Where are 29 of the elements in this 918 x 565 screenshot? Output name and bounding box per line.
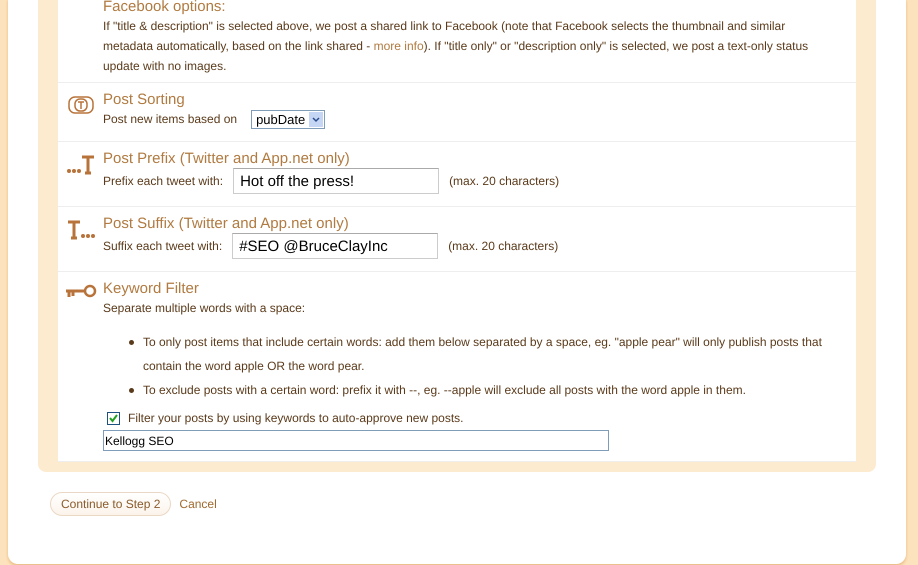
suffix-icon — [66, 219, 96, 241]
section-title: Post Sorting — [103, 91, 186, 109]
prefix-icon — [66, 154, 96, 176]
checkbox-label: Filter your posts by using keywords to auto-approve new posts. — [128, 410, 464, 427]
keyword-field[interactable]: Kellogg SEO — [103, 430, 609, 451]
character-limit-hint: (max. 20 characters) — [449, 173, 560, 190]
checkbox[interactable] — [107, 412, 120, 424]
instruction-text: Separate multiple words with a space: — [103, 300, 306, 317]
cancel-link[interactable]: Cancel — [179, 497, 217, 511]
continue-button[interactable]: Continue to Step 2 — [50, 492, 172, 516]
section-title: Post Prefix (Twitter and App.net only) — [103, 150, 351, 168]
sort-dropdown[interactable]: pubDate — [251, 110, 326, 128]
section-title: Keyword Filter — [103, 280, 200, 298]
character-limit-hint: (max. 20 characters) — [448, 238, 558, 255]
bullet-text: To only post items that include certain words: add them below separated by a space, eg. "apple pear" will only publish posts that contain the word apple OR the word pear. — [143, 334, 823, 375]
field-label: Prefix each tweet with: — [103, 173, 224, 190]
facebook-description: If "title & description" is selected above, we post a shared link to Facebook (note that Facebook selects the thumbnail and similar metadata automatically, based on the link shared - more info). If "title only" or "description only" is selected, we post a text-only status update with no images. — [103, 18, 810, 75]
section-title: Post Suffix (Twitter and App.net only) — [103, 215, 350, 233]
more-info-link[interactable]: more info — [374, 39, 424, 53]
field-label: Post new items based on — [103, 111, 238, 128]
bullet-icon — [129, 340, 134, 345]
text-field[interactable]: Hot off the press! — [233, 168, 440, 194]
bullet-icon — [129, 388, 134, 393]
key-icon — [64, 284, 96, 300]
text-frame-icon — [66, 95, 94, 117]
section-title: Facebook options: — [103, 0, 227, 16]
field-label: Suffix each tweet with: — [103, 238, 222, 255]
text-field[interactable]: #SEO @BruceClayInc — [232, 233, 438, 259]
bullet-text: To exclude posts with a certain word: prefix it with --, eg. --apple will exclude all posts with the word apple in them. — [143, 382, 746, 399]
